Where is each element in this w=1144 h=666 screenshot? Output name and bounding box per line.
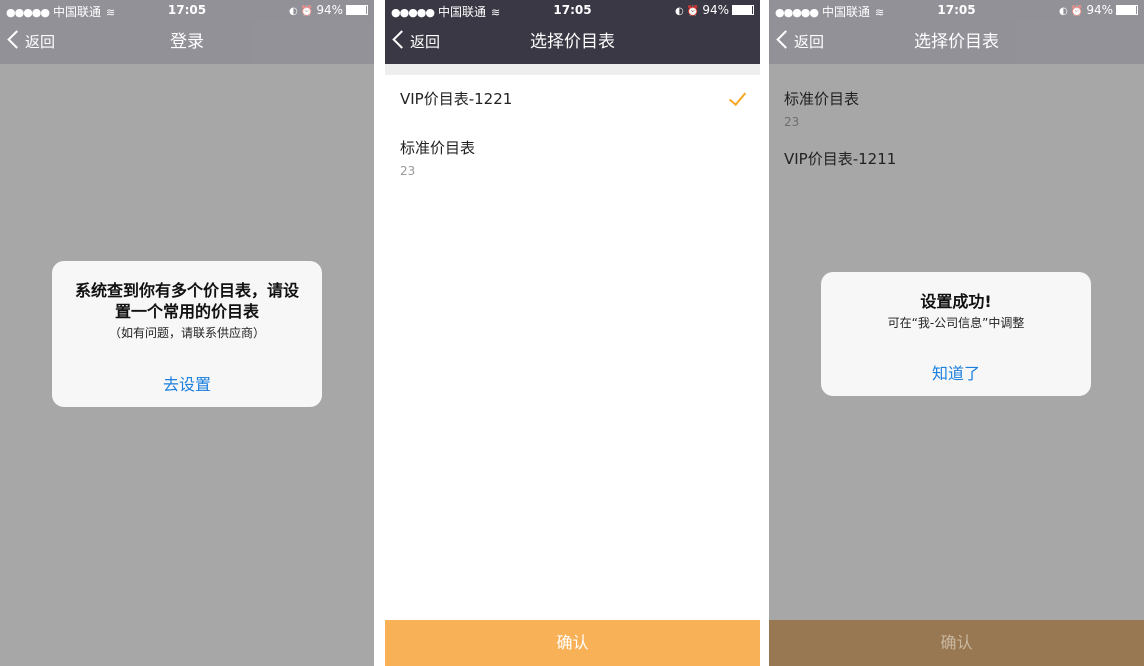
item-count: 23 (400, 164, 416, 178)
alert-dialog: 设置成功! 可在“我-公司信息”中调整 知道了 (821, 272, 1091, 396)
go-settings-button[interactable]: 去设置 (52, 371, 322, 395)
status-bar: ●●●●● 中国联通 ≋ 17:05 ◐ ⏰ 94% (0, 0, 374, 20)
page-title: 选择价目表 (914, 32, 999, 52)
list-item: VIP价目表-1211 (769, 135, 1144, 184)
price-list-select-screen: ●●●●● 中国联通 ≋ 17:05 ◐ ⏰ 94% 返回 选择价目表 VIP价目表-… (385, 0, 760, 666)
price-list: 标准价目表 23 VIP价目表-1211 (769, 75, 1144, 184)
item-count: 23 (784, 115, 800, 129)
battery-percent: 94% (702, 3, 729, 17)
item-name: 标准价目表 (400, 139, 476, 157)
alarm-icon: ◐ ⏰ (1058, 6, 1084, 17)
page-title: 选择价目表 (530, 32, 615, 52)
item-name: VIP价目表-1211 (784, 150, 897, 168)
battery-icon (1116, 4, 1138, 15)
alert-dialog: 系统查到你有多个价目表，请设置一个常用的价目表 （如有问题，请联系供应商） 去设… (52, 261, 322, 407)
battery-icon (732, 4, 754, 15)
confirm-button: 确认 (769, 620, 1144, 666)
battery-percent: 94% (316, 3, 343, 17)
price-list: VIP价目表-1221 标准价目表 23 (385, 75, 760, 178)
list-item[interactable]: 标准价目表 23 (385, 124, 760, 178)
status-bar: ●●●●● 中国联通 ≋ 17:05 ◐ ⏰ 94% (769, 0, 1144, 20)
nav-bar: 返回 登录 (0, 20, 374, 64)
alert-subtitle: 可在“我-公司信息”中调整 (887, 316, 1025, 330)
got-it-button[interactable]: 知道了 (821, 360, 1091, 384)
list-item: 标准价目表 23 (769, 75, 1144, 135)
nav-bar: 返回 选择价目表 (769, 20, 1144, 64)
alert-title: 系统查到你有多个价目表，请设置一个常用的价目表 (74, 281, 299, 321)
alarm-icon: ◐ ⏰ (288, 6, 314, 17)
list-separator (385, 64, 760, 75)
list-item[interactable]: VIP价目表-1221 (385, 75, 760, 124)
item-name: VIP价目表-1221 (400, 90, 513, 108)
login-screen: ●●●●● 中国联通 ≋ 17:05 ◐ ⏰ 94% 返回 登录 系统查到你有多个价目… (0, 0, 374, 666)
alarm-icon: ◐ ⏰ (674, 6, 700, 17)
battery-icon (346, 4, 368, 15)
nav-bar: 返回 选择价目表 (385, 20, 760, 64)
set-success-screen: ●●●●● 中国联通 ≋ 17:05 ◐ ⏰ 94% 返回 选择价目表 标准价目表 2… (769, 0, 1144, 666)
item-name: 标准价目表 (784, 90, 860, 108)
alert-title: 设置成功! (920, 292, 992, 311)
page-title: 登录 (170, 32, 204, 52)
status-bar: ●●●●● 中国联通 ≋ 17:05 ◐ ⏰ 94% (385, 0, 760, 20)
confirm-button[interactable]: 确认 (385, 620, 760, 666)
alert-subtitle: （如有问题，请联系供应商） (108, 326, 265, 340)
battery-percent: 94% (1086, 3, 1113, 17)
